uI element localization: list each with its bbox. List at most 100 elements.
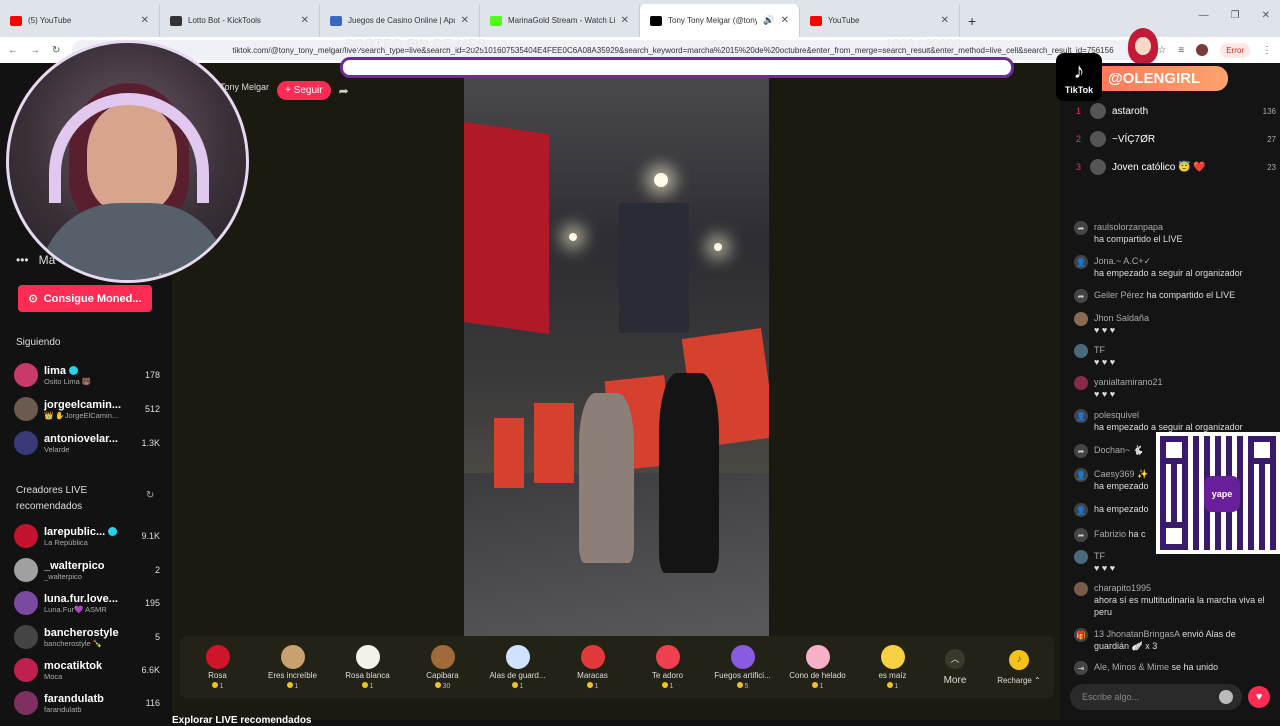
- following-item[interactable]: jorgeelcamin... 👑 ✋JorgeElCamin... 512: [14, 395, 160, 423]
- gift-item[interactable]: Rosa 1: [180, 644, 255, 690]
- speaker-icon[interactable]: 🔊: [763, 15, 774, 26]
- gift-item[interactable]: Alas de guard... 1: [480, 644, 555, 690]
- creator-name: bancherostyle: [44, 626, 119, 639]
- new-tab-button[interactable]: +: [960, 4, 984, 37]
- share-icon: ➦: [1074, 444, 1088, 458]
- menu-icon[interactable]: ⋮: [1262, 45, 1272, 56]
- gift-item[interactable]: Fuegos artifici... 5: [705, 644, 780, 690]
- get-coins-button[interactable]: ⊙ Consigue Moned...: [18, 285, 152, 312]
- sweater-shape: [39, 203, 229, 280]
- recharge-button[interactable]: ♪ Recharge ⌃: [984, 649, 1054, 685]
- live-creator-item[interactable]: larepublic... La República 9.1K: [14, 522, 160, 550]
- browser-tab[interactable]: MarinaGold Stream - Watch Liv ✕: [480, 4, 640, 37]
- browser-tab[interactable]: Juegos de Casino Online | Apue ✕: [320, 4, 480, 37]
- street-light: [569, 233, 577, 241]
- chat-username[interactable]: yanialtamirano21: [1094, 376, 1163, 388]
- back-icon[interactable]: ←: [8, 45, 18, 56]
- chat-message: TF ♥ ♥ ♥: [1074, 344, 1270, 368]
- gift-item[interactable]: es maíz 1: [855, 644, 930, 690]
- close-icon[interactable]: ✕: [781, 15, 789, 26]
- live-creator-item[interactable]: bancherostyle bancherostyle 🍾 5: [14, 623, 160, 651]
- browser-tab-active[interactable]: Tony Tony Melgar (@tony_t 🔊 ✕: [640, 4, 800, 37]
- close-icon[interactable]: ✕: [301, 15, 309, 26]
- follow-button[interactable]: + Seguir: [277, 81, 331, 100]
- coin-icon: [586, 681, 593, 688]
- close-icon[interactable]: ✕: [461, 15, 469, 26]
- live-creator-item[interactable]: mocatiktok Moca 6.6K: [14, 656, 160, 684]
- progress-fill: [343, 60, 377, 75]
- following-sub: Velarde: [44, 444, 70, 454]
- live-creator-item[interactable]: farandulatb farandulatb 116: [14, 689, 160, 717]
- minimize-icon[interactable]: —: [1199, 10, 1209, 21]
- live-video[interactable]: [464, 73, 769, 638]
- gift-item[interactable]: Te adoro 1: [630, 644, 705, 690]
- gift-item[interactable]: Cono de helado 1: [780, 644, 855, 690]
- error-badge[interactable]: Error: [1220, 42, 1250, 58]
- gift-item[interactable]: Capibara 30: [405, 644, 480, 690]
- close-window-icon[interactable]: ✕: [1262, 10, 1270, 21]
- reload-icon[interactable]: ↻: [52, 45, 60, 56]
- forward-icon[interactable]: →: [30, 45, 40, 56]
- chat-username[interactable]: polesquivel: [1094, 409, 1243, 421]
- tab-title: MarinaGold Stream - Watch Liv: [508, 16, 615, 25]
- restore-icon[interactable]: ❐: [1231, 10, 1240, 21]
- like-heart-icon[interactable]: ♥: [1248, 686, 1270, 708]
- coin-icon: [434, 681, 441, 688]
- chat-username[interactable]: Jhon Saldaña: [1094, 312, 1149, 324]
- ranking-row[interactable]: 1 astaroth 136: [1076, 103, 1276, 119]
- star-icon[interactable]: ☆: [1157, 45, 1166, 56]
- chevron-up-icon: ︿: [945, 648, 965, 669]
- playlist-icon[interactable]: ≡: [1178, 45, 1184, 56]
- corn-icon: [880, 644, 905, 669]
- ranking-row[interactable]: 3 Joven católico 😇 ❤️ 23: [1076, 159, 1276, 175]
- live-creator-item[interactable]: luna.fur.love... Luna.Fur💜 ASMR 195: [14, 589, 160, 617]
- chat-message: yanialtamirano21 ♥ ♥ ♥: [1074, 376, 1270, 400]
- browser-tab[interactable]: (5) YouTube ✕: [0, 4, 160, 37]
- gift-item[interactable]: Rosa blanca 1: [330, 644, 405, 690]
- protest-sign: [494, 418, 524, 488]
- chat-username[interactable]: raulsolorzanpapa: [1094, 221, 1183, 233]
- cat-icon: [280, 644, 305, 669]
- more-gifts-button[interactable]: ︿ More: [930, 648, 980, 686]
- profile-avatar[interactable]: [1196, 44, 1209, 56]
- chat-username[interactable]: Ale, Minos & Mime: [1094, 662, 1169, 672]
- viewer-count: 178: [144, 370, 160, 380]
- chat-username[interactable]: charapito1995: [1094, 582, 1270, 594]
- following-item[interactable]: lima Osito Lima 🐻 178: [14, 361, 160, 389]
- emoji-icon[interactable]: [1219, 690, 1233, 704]
- chat-username[interactable]: Jona.~ A.C+✓: [1094, 255, 1243, 267]
- viewer-count: 5: [154, 632, 160, 642]
- browser-tab[interactable]: Lotto Bot - KickTools ✕: [160, 4, 320, 37]
- chat-username[interactable]: Caesy369 ✨: [1094, 468, 1149, 480]
- chat-username[interactable]: Dochan~ 🐇: [1094, 445, 1144, 455]
- chat-username[interactable]: 13 JhonatanBringasA: [1094, 629, 1180, 639]
- browser-tab[interactable]: YouTube ✕: [800, 4, 960, 37]
- creator-name: larepublic...: [44, 525, 106, 538]
- refresh-icon[interactable]: ↻: [146, 490, 154, 501]
- get-coins-label: Consigue Moned...: [43, 292, 142, 305]
- gift-cost: 1: [519, 682, 524, 690]
- gift-cost: 5: [744, 682, 749, 690]
- chat-username[interactable]: Fabrizio: [1094, 529, 1126, 539]
- following-item[interactable]: antoniovelar... Velarde 1.3K: [14, 429, 160, 457]
- share-icon[interactable]: ➦: [339, 84, 349, 98]
- chat-input[interactable]: Escribe algo...: [1070, 684, 1242, 710]
- chat-username[interactable]: TF: [1094, 344, 1115, 356]
- chat-username[interactable]: TF: [1094, 550, 1115, 562]
- webcam-overlay: NIRVANA: [6, 40, 249, 283]
- live-creator-item[interactable]: _walterpico _walterpico 2: [14, 556, 160, 584]
- gift-item[interactable]: Eres increíble 1: [255, 644, 330, 690]
- ellipsis-icon: •••: [16, 253, 29, 267]
- close-icon[interactable]: ✕: [141, 15, 149, 26]
- ranking-row[interactable]: 2 ~VÍÇ7ØR 27: [1076, 131, 1276, 147]
- close-icon[interactable]: ✕: [621, 15, 629, 26]
- avatar-character: [1128, 28, 1158, 64]
- chat-username[interactable]: Geiler Pérez: [1094, 290, 1144, 300]
- gift-name: Maracas: [577, 670, 608, 680]
- close-icon[interactable]: ✕: [941, 15, 949, 26]
- chat-text: ha compartido el LIVE: [1094, 234, 1183, 244]
- verified-icon: [108, 527, 118, 537]
- gift-item[interactable]: Maracas 1: [555, 644, 630, 690]
- streamer-name[interactable]: Tony Melgar: [220, 82, 269, 92]
- chat-message: 👤 polesquivel ha empezado a seguir al orga…: [1074, 409, 1270, 433]
